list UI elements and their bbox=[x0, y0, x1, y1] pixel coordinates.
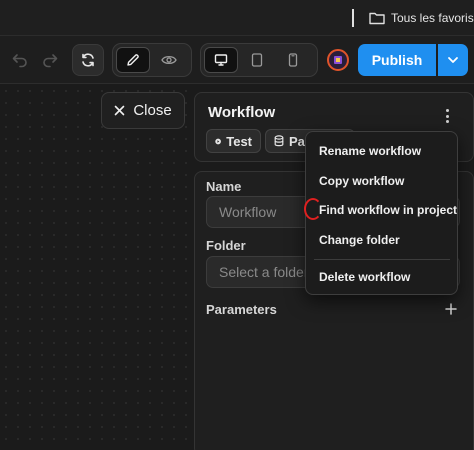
add-parameter-button[interactable] bbox=[443, 301, 459, 317]
database-icon bbox=[274, 135, 284, 147]
undo-icon bbox=[12, 54, 27, 68]
pencil-icon bbox=[127, 54, 139, 66]
device-tablet-button[interactable] bbox=[240, 47, 274, 73]
menu-item-change-folder[interactable]: Change folder bbox=[307, 226, 457, 254]
more-options-button[interactable] bbox=[441, 107, 453, 125]
editor-canvas[interactable] bbox=[0, 85, 194, 450]
user-avatar[interactable] bbox=[327, 49, 349, 71]
edit-mode-button[interactable] bbox=[116, 47, 150, 73]
bookmark-folder-label: Tous les favoris bbox=[391, 11, 474, 25]
test-label: Test bbox=[226, 133, 252, 149]
kebab-dot bbox=[445, 114, 449, 118]
avatar-icon bbox=[334, 56, 342, 64]
menu-item-rename-workflow[interactable]: Rename workflow bbox=[307, 137, 457, 165]
undo-button[interactable] bbox=[10, 50, 30, 70]
workflow-context-menu: Rename workflow Copy workflow Find workf… bbox=[305, 131, 458, 295]
close-button[interactable]: Close bbox=[101, 92, 185, 129]
play-icon bbox=[215, 138, 221, 144]
mobile-icon bbox=[288, 53, 298, 67]
bookmarks-separator bbox=[352, 9, 354, 27]
app-root: Tous les favoris Publish Close Workflow … bbox=[0, 0, 474, 450]
refresh-button[interactable] bbox=[72, 44, 104, 76]
panel-title: Workflow bbox=[208, 104, 276, 121]
preview-mode-button[interactable] bbox=[152, 47, 186, 73]
device-desktop-button[interactable] bbox=[204, 47, 238, 73]
folder-label: Folder bbox=[206, 238, 246, 253]
publish-button[interactable]: Publish bbox=[358, 44, 436, 76]
close-label: Close bbox=[133, 102, 172, 119]
bookmark-folder-all[interactable]: Tous les favoris bbox=[369, 8, 474, 28]
menu-divider bbox=[314, 259, 450, 260]
editor-toolbar: Publish bbox=[0, 36, 474, 84]
redo-icon bbox=[43, 54, 58, 68]
kebab-dot bbox=[445, 120, 449, 123]
name-label: Name bbox=[206, 179, 242, 194]
redo-button[interactable] bbox=[40, 50, 60, 70]
test-button[interactable]: Test bbox=[206, 129, 261, 153]
bookmarks-bar: Tous les favoris bbox=[0, 0, 474, 36]
parameters-label: Parameters bbox=[206, 302, 277, 317]
folder-icon bbox=[369, 12, 385, 25]
refresh-icon bbox=[82, 53, 94, 67]
kebab-dot bbox=[445, 109, 449, 112]
publish-label: Publish bbox=[371, 52, 423, 68]
menu-item-find-workflow[interactable]: Find workflow in project bbox=[307, 196, 457, 224]
close-icon bbox=[115, 105, 125, 116]
cursor-indicator bbox=[304, 198, 322, 220]
menu-item-copy-workflow[interactable]: Copy workflow bbox=[307, 167, 457, 195]
device-toggle-group bbox=[200, 43, 318, 77]
chevron-down-icon bbox=[448, 57, 458, 63]
eye-icon bbox=[161, 55, 177, 65]
tablet-icon bbox=[251, 53, 263, 67]
publish-options-button[interactable] bbox=[438, 44, 468, 76]
mode-toggle-group bbox=[112, 43, 192, 77]
plus-icon bbox=[445, 303, 457, 315]
desktop-icon bbox=[214, 54, 228, 66]
device-mobile-button[interactable] bbox=[276, 47, 310, 73]
menu-item-delete-workflow[interactable]: Delete workflow bbox=[307, 263, 457, 291]
